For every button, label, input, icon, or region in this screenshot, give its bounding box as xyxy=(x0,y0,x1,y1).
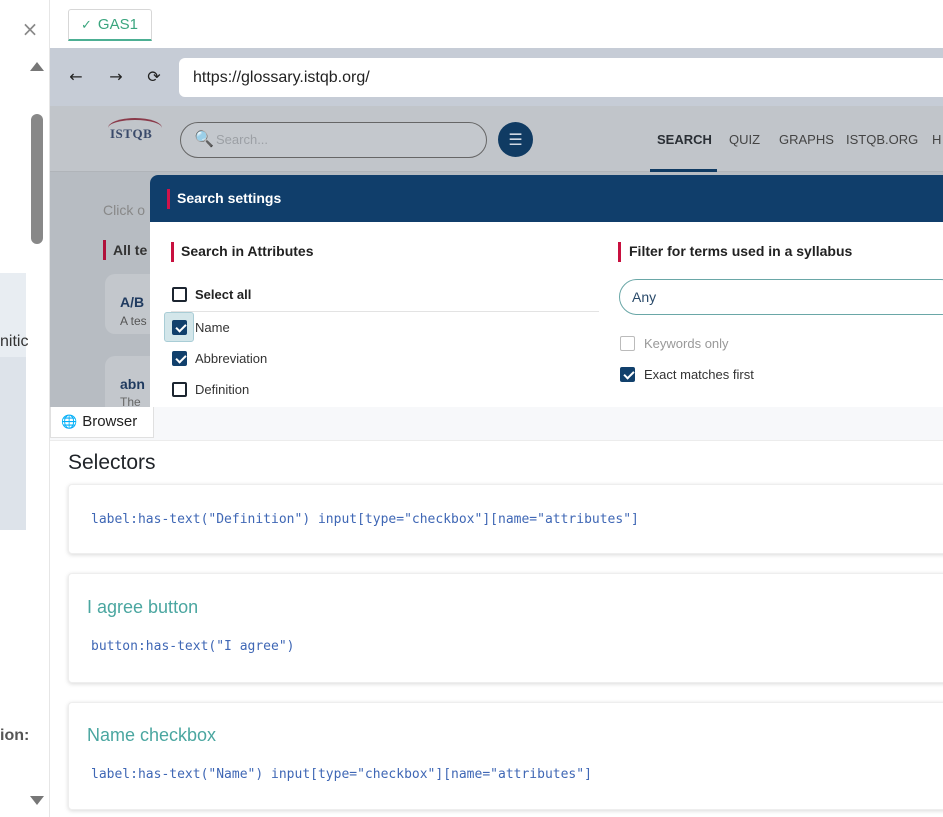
exact-matches-checkbox[interactable] xyxy=(620,367,635,382)
check-icon: ✓ xyxy=(81,18,92,33)
nav-search[interactable]: SEARCH xyxy=(657,132,712,147)
left-text-fragment: ion: xyxy=(0,727,30,744)
tab-label: GAS1 xyxy=(97,16,138,33)
forward-arrow-icon[interactable]: → xyxy=(104,65,128,89)
selector-card[interactable]: I agree button button:has-text("I agree"… xyxy=(68,573,943,683)
selector-card[interactable]: label:has-text("Definition") input[type=… xyxy=(68,484,943,554)
keywords-only-checkbox[interactable] xyxy=(620,336,635,351)
term-card-title: abn xyxy=(120,376,145,392)
section-accent-bar xyxy=(171,242,174,262)
divider xyxy=(171,311,599,312)
left-text-fragment: nitic xyxy=(0,333,29,350)
click-hint: Click o xyxy=(103,202,146,218)
scroll-up-arrow-icon[interactable] xyxy=(30,62,44,71)
all-terms-heading: All te xyxy=(113,242,148,258)
section-accent-bar xyxy=(103,240,106,260)
select-all-checkbox[interactable] xyxy=(172,287,187,302)
tab-gas1[interactable]: ✓ GAS1 xyxy=(68,9,152,41)
site-header: ISTQB 🔍 Search... ☰ SEARCH QUIZ GRAPHS I… xyxy=(50,106,943,172)
term-card-title: A/B xyxy=(120,294,145,310)
reload-icon[interactable]: ⟳ xyxy=(142,65,166,89)
nav-more[interactable]: H xyxy=(932,132,941,147)
modal-title: Search settings xyxy=(177,190,282,206)
search-settings-modal: Search settings Search in Attributes Fil… xyxy=(150,175,943,408)
selector-code: label:has-text("Name") input[type="check… xyxy=(91,767,592,782)
term-card-subtitle: A tes xyxy=(120,314,147,328)
syllabus-section-title: Filter for terms used in a syllabus xyxy=(629,243,853,259)
definition-checkbox[interactable] xyxy=(172,382,187,397)
close-icon[interactable]: × xyxy=(20,18,40,40)
browser-label-tab[interactable]: 🌐 Browser xyxy=(50,407,154,438)
back-arrow-icon[interactable]: ← xyxy=(64,65,88,89)
selector-card[interactable]: Name checkbox label:has-text("Name") inp… xyxy=(68,702,943,810)
selector-code: button:has-text("I agree") xyxy=(91,639,295,654)
browser-label-text: Browser xyxy=(82,413,138,430)
definition-label[interactable]: Definition xyxy=(195,382,249,397)
abbreviation-label[interactable]: Abbreviation xyxy=(195,351,267,366)
nav-quiz[interactable]: QUIZ xyxy=(729,132,760,147)
select-all-label[interactable]: Select all xyxy=(195,287,251,302)
name-label[interactable]: Name xyxy=(195,320,230,335)
modal-header: Search settings xyxy=(150,175,943,222)
browser-label-bar xyxy=(50,407,943,441)
selector-code: label:has-text("Definition") input[type=… xyxy=(91,512,639,527)
selector-title: Name checkbox xyxy=(87,725,217,745)
exact-matches-label[interactable]: Exact matches first xyxy=(644,367,754,382)
site-search-input[interactable]: 🔍 Search... xyxy=(180,122,487,158)
active-nav-underline xyxy=(650,169,717,172)
selector-title: I agree button xyxy=(87,597,199,617)
modal-accent-bar xyxy=(167,189,170,209)
globe-icon: 🌐 xyxy=(61,415,78,430)
abbreviation-checkbox[interactable] xyxy=(172,351,187,366)
browser-viewport: ← → ⟳ https://glossary.istqb.org/ ISTQB … xyxy=(50,48,943,408)
left-panel-inner xyxy=(0,357,26,530)
browser-nav-bar: ← → ⟳ https://glossary.istqb.org/ xyxy=(50,48,943,106)
site-logo[interactable]: ISTQB xyxy=(110,126,152,142)
url-bar[interactable]: https://glossary.istqb.org/ xyxy=(179,58,943,97)
selectors-heading: Selectors xyxy=(68,451,156,474)
search-placeholder: Search... xyxy=(216,132,269,147)
scroll-down-arrow-icon[interactable] xyxy=(30,796,44,805)
syllabus-select-value: Any xyxy=(632,289,657,305)
search-icon: 🔍 xyxy=(194,129,214,148)
syllabus-select[interactable]: Any xyxy=(619,279,943,315)
keywords-only-label: Keywords only xyxy=(644,336,729,351)
nav-istqb-org[interactable]: ISTQB.ORG xyxy=(846,132,918,147)
attributes-section-title: Search in Attributes xyxy=(181,243,314,259)
name-checkbox[interactable] xyxy=(172,320,187,335)
left-panel: × nitic ion: xyxy=(0,0,50,817)
section-accent-bar xyxy=(618,242,621,262)
nav-graphs[interactable]: GRAPHS xyxy=(779,132,834,147)
scrollbar-thumb[interactable] xyxy=(31,114,43,244)
filter-settings-button[interactable]: ☰ xyxy=(498,122,533,157)
